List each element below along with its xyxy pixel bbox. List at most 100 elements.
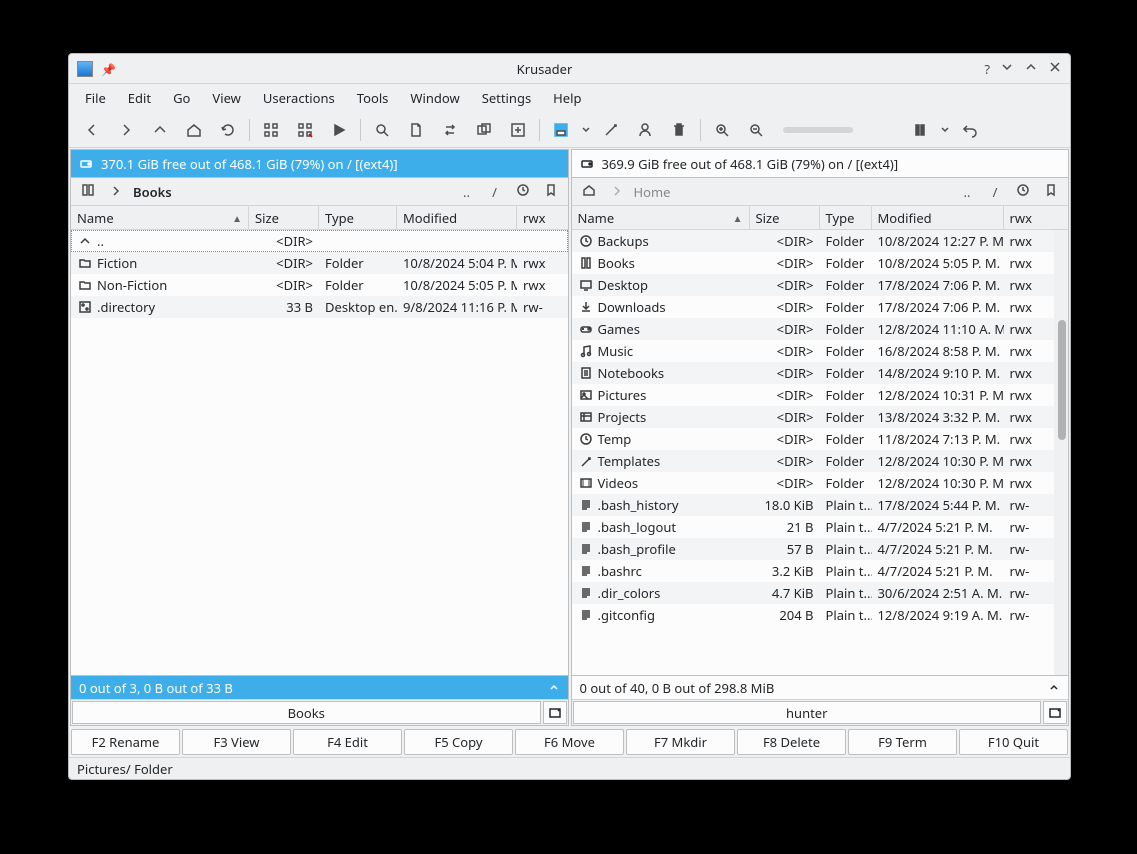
panel-book-icon[interactable] (77, 183, 99, 201)
run-icon[interactable] (322, 115, 356, 145)
clone-pane-icon[interactable] (467, 115, 501, 145)
file-row[interactable]: .directory33 BDesktop en...9/8/2024 11:1… (71, 296, 568, 318)
file-row[interactable]: Pictures<DIR>Folder12/8/2024 10:31 P. M.… (572, 384, 1069, 406)
right-file-list[interactable]: Backups<DIR>Folder10/8/2024 12:27 P. M.r… (572, 230, 1069, 675)
dropdown-icon[interactable] (937, 115, 953, 145)
nav-back-icon[interactable] (75, 115, 109, 145)
file-row[interactable]: Notebooks<DIR>Folder14/8/2024 9:10 P. M.… (572, 362, 1069, 384)
menu-useractions[interactable]: Useractions (253, 85, 345, 111)
fkey-f4[interactable]: F4 Edit (293, 729, 402, 755)
fkey-f7[interactable]: F7 Mkdir (626, 729, 735, 755)
deselect-grid-icon[interactable] (288, 115, 322, 145)
minimize-icon[interactable] (1000, 60, 1014, 78)
close-icon[interactable] (1048, 60, 1062, 78)
wand-icon[interactable] (594, 115, 628, 145)
menu-file[interactable]: File (75, 85, 116, 111)
file-row[interactable]: ..<DIR> (71, 230, 568, 252)
file-row[interactable]: Templates<DIR>Folder12/8/2024 10:30 P. M… (572, 450, 1069, 472)
fkey-f2[interactable]: F2 Rename (71, 729, 180, 755)
zoom-in-icon[interactable] (705, 115, 739, 145)
dropdown-icon[interactable] (578, 115, 594, 145)
file-row[interactable]: Games<DIR>Folder12/8/2024 11:10 A. M.rwx (572, 318, 1069, 340)
path-bookmark-icon[interactable] (1040, 183, 1062, 201)
header-modified[interactable]: Modified (872, 206, 1004, 229)
new-tab-button[interactable] (543, 701, 567, 724)
file-row[interactable]: .dir_colors4.7 KiBPlain t...30/6/2024 2:… (572, 582, 1069, 604)
file-row[interactable]: Downloads<DIR>Folder17/8/2024 7:06 P. M.… (572, 296, 1069, 318)
header-name[interactable]: Name▲ (71, 206, 249, 229)
fkey-f9[interactable]: F9 Term (848, 729, 957, 755)
file-row[interactable]: Videos<DIR>Folder12/8/2024 10:30 P. M.rw… (572, 472, 1069, 494)
fkey-f6[interactable]: F6 Move (515, 729, 624, 755)
file-row[interactable]: Music<DIR>Folder16/8/2024 8:58 P. M.rwx (572, 340, 1069, 362)
expand-up-icon[interactable] (548, 679, 560, 697)
left-file-list[interactable]: ..<DIR>Fiction<DIR>Folder10/8/2024 5:04 … (71, 230, 568, 675)
file-row[interactable]: Backups<DIR>Folder10/8/2024 12:27 P. M.r… (572, 230, 1069, 252)
new-file-icon[interactable] (399, 115, 433, 145)
scrollbar-thumb[interactable] (1058, 320, 1066, 440)
path-up-dots[interactable]: .. (956, 183, 978, 201)
header-name[interactable]: Name▲ (572, 206, 750, 229)
pin-icon[interactable] (101, 60, 116, 78)
file-row[interactable]: Desktop<DIR>Folder17/8/2024 7:06 P. M.rw… (572, 274, 1069, 296)
path-up-dots[interactable]: .. (456, 183, 478, 201)
file-row[interactable]: Temp<DIR>Folder11/8/2024 7:13 P. M.rwx (572, 428, 1069, 450)
reload-icon[interactable] (211, 115, 245, 145)
search-icon[interactable] (365, 115, 399, 145)
right-disk-info[interactable]: 369.9 GiB free out of 468.1 GiB (79%) on… (572, 150, 1069, 178)
select-grid-icon[interactable] (254, 115, 288, 145)
file-row[interactable]: Books<DIR>Folder10/8/2024 5:05 P. M.rwx (572, 252, 1069, 274)
file-row[interactable]: .bashrc3.2 KiBPlain t...4/7/2024 5:21 P.… (572, 560, 1069, 582)
path-root[interactable]: / (484, 183, 506, 201)
file-row[interactable]: .gitconfig204 BPlain t...12/8/2024 9:19 … (572, 604, 1069, 626)
header-rwx[interactable]: rwx (517, 206, 555, 229)
header-rwx[interactable]: rwx (1004, 206, 1042, 229)
home-icon[interactable] (177, 115, 211, 145)
menu-edit[interactable]: Edit (118, 85, 161, 111)
path-history-icon[interactable] (512, 183, 534, 201)
undo-icon[interactable] (953, 115, 987, 145)
left-tab[interactable]: Books (72, 701, 541, 724)
save-icon[interactable] (544, 115, 578, 145)
file-row[interactable]: .bash_history18.0 KiBPlain t...17/8/2024… (572, 494, 1069, 516)
header-type[interactable]: Type (319, 206, 397, 229)
file-row[interactable]: .bash_profile57 BPlain t...4/7/2024 5:21… (572, 538, 1069, 560)
right-breadcrumb[interactable]: Home (634, 183, 671, 201)
user-icon[interactable] (628, 115, 662, 145)
header-size[interactable]: Size (750, 206, 820, 229)
zoom-slider[interactable] (783, 127, 853, 133)
pause-icon[interactable] (903, 115, 937, 145)
file-row[interactable]: Projects<DIR>Folder13/8/2024 3:32 P. M.r… (572, 406, 1069, 428)
zoom-out-icon[interactable] (739, 115, 773, 145)
expand-up-icon[interactable] (1048, 679, 1060, 697)
fkey-f10[interactable]: F10 Quit (959, 729, 1068, 755)
right-tab[interactable]: hunter (573, 701, 1042, 724)
header-size[interactable]: Size (249, 206, 319, 229)
left-breadcrumb[interactable]: Books (133, 183, 172, 201)
menu-settings[interactable]: Settings (472, 85, 541, 111)
path-root[interactable]: / (984, 183, 1006, 201)
scrollbar-track[interactable] (1054, 230, 1068, 675)
menu-window[interactable]: Window (400, 85, 469, 111)
header-modified[interactable]: Modified (397, 206, 517, 229)
help-icon[interactable]: ? (984, 60, 990, 78)
header-type[interactable]: Type (820, 206, 872, 229)
fkey-f8[interactable]: F8 Delete (737, 729, 846, 755)
new-tab-button[interactable] (1043, 701, 1067, 724)
fkey-f5[interactable]: F5 Copy (404, 729, 513, 755)
path-history-icon[interactable] (1012, 183, 1034, 201)
fkey-f3[interactable]: F3 View (182, 729, 291, 755)
menu-go[interactable]: Go (163, 85, 200, 111)
file-row[interactable]: Fiction<DIR>Folder10/8/2024 5:04 P. M.rw… (71, 252, 568, 274)
nav-forward-icon[interactable] (109, 115, 143, 145)
home-icon[interactable] (578, 183, 600, 201)
menu-tools[interactable]: Tools (347, 85, 399, 111)
file-row[interactable]: Non-Fiction<DIR>Folder10/8/2024 5:05 P. … (71, 274, 568, 296)
maximize-icon[interactable] (1024, 60, 1038, 78)
swap-panes-icon[interactable] (433, 115, 467, 145)
nav-up-icon[interactable] (143, 115, 177, 145)
menu-help[interactable]: Help (543, 85, 591, 111)
path-bookmark-icon[interactable] (540, 183, 562, 201)
file-row[interactable]: .bash_logout21 BPlain t...4/7/2024 5:21 … (572, 516, 1069, 538)
expand-icon[interactable] (501, 115, 535, 145)
